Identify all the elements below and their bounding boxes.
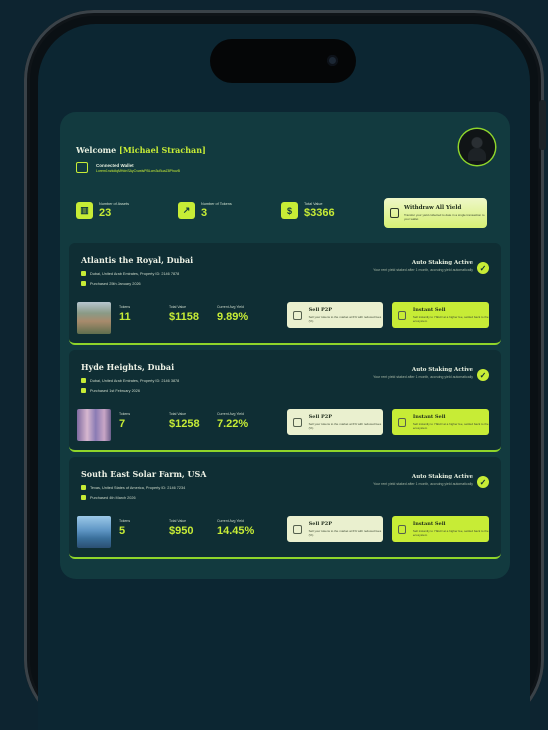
property-purchase-date: Purchased 1st February 2026 <box>81 388 140 393</box>
property-location: Dubai, United Arab Emirates, Property ID… <box>81 378 179 383</box>
property-card-hyde-heights: Hyde Heights, Dubai Dubai, United Arab E… <box>69 350 501 452</box>
user-name: [Michael Strachan] <box>119 145 206 155</box>
total-value-metric: Total Value $1258 <box>169 412 200 430</box>
location-icon <box>81 378 86 383</box>
property-purchase-date: Purchased 25th January 2026 <box>81 281 141 286</box>
property-thumbnail <box>77 516 111 548</box>
sell-p2p-button[interactable]: Sell P2P Sell your tokens to the market … <box>287 302 383 328</box>
location-icon <box>81 485 86 490</box>
check-circle-icon: ✓ <box>477 476 489 488</box>
check-circle-icon: ✓ <box>477 369 489 381</box>
instant-sell-button[interactable]: Instant Sell Sell instantly to YIELD at … <box>392 409 489 435</box>
property-card-atlantis: Atlantis the Royal, Dubai Dubai, United … <box>69 243 501 345</box>
phone-screen: Welcome [Michael Strachan] Connected Wal… <box>38 24 530 730</box>
token-icon: ↗ <box>178 202 195 219</box>
avatar[interactable] <box>459 129 495 165</box>
property-purchase-date: Purchased 4th March 2026 <box>81 495 136 500</box>
calendar-icon <box>81 388 86 393</box>
document-icon <box>293 310 302 320</box>
property-thumbnail <box>77 302 111 334</box>
dashboard-panel: Welcome [Michael Strachan] Connected Wal… <box>60 112 510 579</box>
property-location: Texas, United States of America, Propert… <box>81 485 185 490</box>
property-thumbnail <box>77 409 111 441</box>
property-name: Atlantis the Royal, Dubai <box>81 255 194 265</box>
instant-sell-button[interactable]: Instant Sell Sell instantly to YIELD at … <box>392 302 489 328</box>
property-location: Dubai, United Arab Emirates, Property ID… <box>81 271 179 276</box>
wallet-address: Lorem1nzkdiqMHdnSAyCvwdsPBLcm3uBuaZ8Phuv… <box>96 168 180 173</box>
sell-p2p-button[interactable]: Sell P2P Sell your tokens to the market … <box>287 409 383 435</box>
wallet-icon <box>76 162 88 173</box>
power-button <box>539 100 546 150</box>
total-value-metric: Total Value $1158 <box>169 305 199 323</box>
location-icon <box>81 271 86 276</box>
auto-staking-status: Auto Staking Active Your rent yield stak… <box>373 260 473 272</box>
property-name: Hyde Heights, Dubai <box>81 362 175 372</box>
tokens-metric: Tokens 5 <box>119 519 131 537</box>
withdraw-all-yield-button[interactable]: Withdraw All Yield Transfer your yield c… <box>384 198 487 228</box>
welcome-heading: Welcome [Michael Strachan] <box>76 145 206 155</box>
connected-wallet[interactable]: Connected Wallet Lorem1nzkdiqMHdnSAyCvwd… <box>76 162 180 173</box>
sell-p2p-button[interactable]: Sell P2P Sell your tokens to the market … <box>287 516 383 542</box>
document-icon <box>293 524 302 534</box>
property-name: South East Solar Farm, USA <box>81 469 207 479</box>
auto-staking-status: Auto Staking Active Your rent yield stak… <box>373 367 473 379</box>
dynamic-island <box>210 39 356 83</box>
phone-frame: Welcome [Michael Strachan] Connected Wal… <box>24 10 546 730</box>
tokens-metric: Tokens 7 <box>119 412 131 430</box>
building-icon: ▥ <box>76 202 93 219</box>
instant-sell-button[interactable]: Instant Sell Sell instantly to YIELD at … <box>392 516 489 542</box>
stat-tokens: ↗ Number of Tokens 3 <box>178 202 232 219</box>
total-value-metric: Total Value $950 <box>169 519 194 537</box>
tokens-metric: Tokens 11 <box>119 305 131 323</box>
auto-staking-status: Auto Staking Active Your rent yield stak… <box>373 474 473 486</box>
yield-metric: Current Avg Yield 14.45% <box>217 519 255 537</box>
money-bag-icon: $ <box>281 202 298 219</box>
yield-metric: Current Avg Yield 7.22% <box>217 412 249 430</box>
yield-metric: Current Avg Yield 9.89% <box>217 305 249 323</box>
document-icon <box>293 417 302 427</box>
check-circle-icon: ✓ <box>477 262 489 274</box>
calendar-icon <box>81 495 86 500</box>
calendar-icon <box>81 281 86 286</box>
document-icon <box>398 524 406 534</box>
stat-assets: ▥ Number of Assets 23 <box>76 202 129 219</box>
wallet-title: Connected Wallet <box>96 162 134 168</box>
camera-icon <box>327 55 338 66</box>
document-icon <box>398 417 406 427</box>
property-card-solar-farm: South East Solar Farm, USA Texas, United… <box>69 457 501 559</box>
wallet-icon <box>390 208 399 218</box>
document-icon <box>398 310 406 320</box>
stat-total-value: $ Total Value $3366 <box>281 202 335 219</box>
